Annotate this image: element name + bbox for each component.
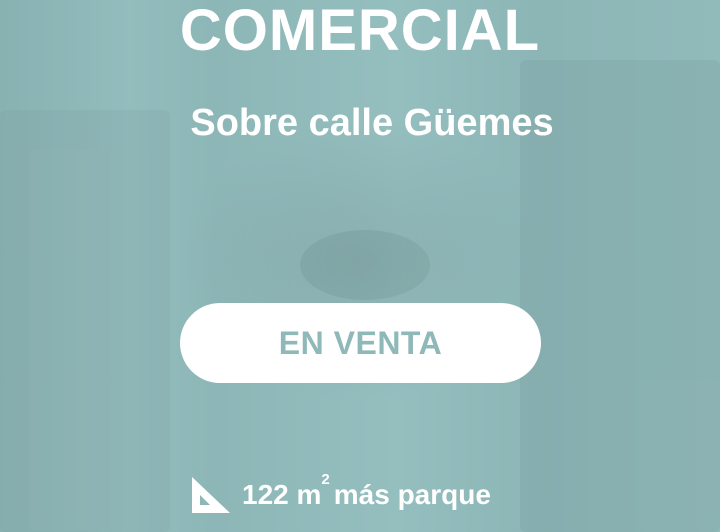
area-value: 122 m [242, 479, 322, 510]
area-suffix: más parque [333, 479, 491, 510]
set-square-icon [192, 477, 230, 513]
page-subtitle: Sobre calle Güemes [190, 102, 554, 144]
area-unit-superscript: 2 [321, 470, 330, 488]
area-info: 122 m 2 más parque [190, 470, 491, 520]
en-venta-label: EN VENTA [278, 324, 443, 361]
background-photo [0, 0, 720, 532]
planter-silhouette [300, 230, 430, 300]
en-venta-button[interactable]: EN VENTA [180, 303, 541, 383]
page-title: COMERCIAL [179, 0, 541, 63]
wall-silhouette-right [640, 380, 720, 532]
column-silhouette [30, 150, 150, 530]
